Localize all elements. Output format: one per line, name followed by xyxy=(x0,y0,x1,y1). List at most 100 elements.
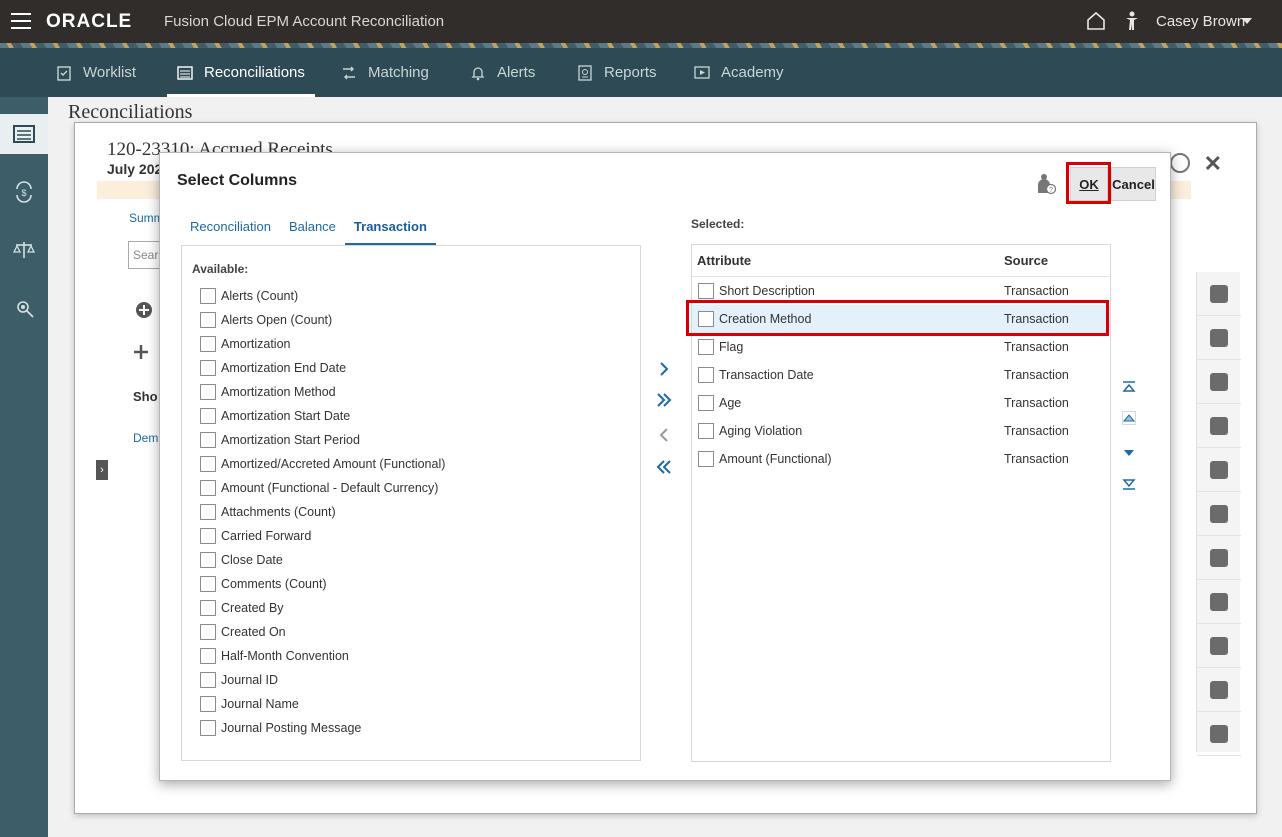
checkbox[interactable] xyxy=(698,367,714,383)
checkbox[interactable] xyxy=(698,283,714,299)
nav-tab-academy[interactable]: Academy xyxy=(694,48,784,97)
question-icon[interactable] xyxy=(1197,536,1241,580)
user-help-icon[interactable]: ? xyxy=(1036,173,1056,195)
list-item[interactable]: Amortization Method xyxy=(182,380,632,404)
checkbox[interactable] xyxy=(200,672,216,688)
list-item[interactable]: Amortization Start Date xyxy=(182,404,632,428)
plus-icon[interactable] xyxy=(133,344,149,360)
checkbox[interactable] xyxy=(200,552,216,568)
table-row[interactable]: Age Transaction xyxy=(692,389,1110,417)
checkbox[interactable] xyxy=(200,600,216,616)
add-circle-icon[interactable] xyxy=(135,301,153,319)
app-title: Fusion Cloud EPM Account Reconciliation xyxy=(164,13,445,30)
list-item[interactable]: Amortization Start Period xyxy=(182,428,632,452)
tab-reconciliation[interactable]: Reconciliation xyxy=(181,209,280,245)
nav-tab-reports[interactable]: Reports xyxy=(577,48,657,97)
checkbox[interactable] xyxy=(698,423,714,439)
checkbox[interactable] xyxy=(200,432,216,448)
checkbox[interactable] xyxy=(698,451,714,467)
checkbox[interactable] xyxy=(200,384,216,400)
nav-tab-label: Alerts xyxy=(497,64,536,81)
table-row[interactable]: Transaction Date Transaction xyxy=(692,361,1110,389)
rail-balance[interactable] xyxy=(0,230,48,270)
checkbox[interactable] xyxy=(200,408,216,424)
checkbox[interactable] xyxy=(200,336,216,352)
table-row-selected[interactable]: Creation Method Transaction xyxy=(692,305,1110,333)
user-settings-icon[interactable] xyxy=(1197,404,1241,448)
demo-link[interactable]: Dem xyxy=(133,431,158,445)
checkbox[interactable] xyxy=(698,311,714,327)
paperclip-icon[interactable] xyxy=(1197,580,1241,624)
checkbox[interactable] xyxy=(200,360,216,376)
list-item[interactable]: Amortization xyxy=(182,332,632,356)
bell-icon[interactable] xyxy=(1197,360,1241,404)
rail-transactions[interactable]: $ xyxy=(0,172,48,212)
table-row[interactable]: Aging Violation Transaction xyxy=(692,417,1110,445)
accessibility-icon[interactable] xyxy=(1124,11,1140,31)
table-row[interactable]: Amount (Functional) Transaction xyxy=(692,445,1110,473)
comment-icon[interactable] xyxy=(1197,624,1241,668)
checkbox[interactable] xyxy=(200,648,216,664)
checkbox[interactable] xyxy=(200,480,216,496)
list-item[interactable]: Alerts Open (Count) xyxy=(182,308,632,332)
list-item[interactable]: Created On xyxy=(182,620,632,644)
list-item[interactable]: Amortization End Date xyxy=(182,356,632,380)
history-icon[interactable] xyxy=(1197,668,1241,712)
close-icon[interactable]: ✕ xyxy=(1204,151,1222,177)
user-menu[interactable]: Casey Brown xyxy=(1156,13,1245,30)
list-item[interactable]: Journal Posting Message xyxy=(182,716,632,740)
move-all-right-icon[interactable] xyxy=(656,392,672,408)
hamburger-menu-icon[interactable] xyxy=(11,13,31,29)
list-item[interactable]: Comments (Count) xyxy=(182,572,632,596)
clock-icon[interactable] xyxy=(1197,712,1241,756)
checkbox[interactable] xyxy=(200,720,216,736)
checkbox[interactable] xyxy=(200,624,216,640)
circle-arrow-icon[interactable] xyxy=(1170,153,1190,173)
move-to-bottom-icon[interactable] xyxy=(1122,477,1136,491)
move-right-icon[interactable] xyxy=(656,361,672,377)
nav-tab-alerts[interactable]: Alerts xyxy=(470,48,535,97)
warning-icon[interactable] xyxy=(1197,448,1241,492)
list-item[interactable]: Created By xyxy=(182,596,632,620)
checkbox[interactable] xyxy=(698,339,714,355)
checkbox[interactable] xyxy=(200,312,216,328)
list-item[interactable]: Journal ID xyxy=(182,668,632,692)
home-icon[interactable] xyxy=(1086,11,1106,31)
rail-settings[interactable] xyxy=(0,288,48,328)
nav-tab-matching[interactable]: Matching xyxy=(341,48,429,97)
move-down-icon[interactable] xyxy=(1122,446,1136,460)
checkbox[interactable] xyxy=(200,696,216,712)
table-row[interactable]: Flag Transaction xyxy=(692,333,1110,361)
grid-settings-icon[interactable] xyxy=(1197,492,1241,536)
list-view-icon[interactable] xyxy=(1197,272,1241,316)
move-all-left-icon[interactable] xyxy=(656,459,672,475)
checkbox[interactable] xyxy=(698,395,714,411)
checkbox[interactable] xyxy=(200,504,216,520)
checkbox[interactable] xyxy=(200,528,216,544)
move-left-icon[interactable] xyxy=(656,427,672,443)
cancel-button[interactable]: Cancel xyxy=(1111,167,1156,201)
nav-tab-reconciliations[interactable]: Reconciliations xyxy=(167,48,315,97)
move-up-icon[interactable] xyxy=(1122,411,1136,425)
list-item[interactable]: Attachments (Count) xyxy=(182,500,632,524)
chevron-down-icon[interactable] xyxy=(1242,18,1252,24)
nav-tab-worklist[interactable]: Worklist xyxy=(56,48,136,97)
list-item[interactable]: Half-Month Convention xyxy=(182,644,632,668)
document-info-icon[interactable] xyxy=(1197,316,1241,360)
tab-balance[interactable]: Balance xyxy=(280,209,345,245)
list-item[interactable]: Carried Forward xyxy=(182,524,632,548)
move-to-top-icon[interactable] xyxy=(1122,380,1136,394)
checkbox[interactable] xyxy=(200,288,216,304)
list-item[interactable]: Amount (Functional - Default Currency) xyxy=(182,476,632,500)
checkbox[interactable] xyxy=(200,456,216,472)
list-item[interactable]: Close Date xyxy=(182,548,632,572)
rail-reconciliations[interactable] xyxy=(0,114,48,154)
checkbox[interactable] xyxy=(200,576,216,592)
list-item[interactable]: Journal Name xyxy=(182,692,632,716)
list-item[interactable]: Alerts (Count) xyxy=(182,284,632,308)
tab-transaction[interactable]: Transaction xyxy=(344,209,436,245)
list-item[interactable]: Amortized/Accreted Amount (Functional) xyxy=(182,452,632,476)
table-row[interactable]: Short Description Transaction xyxy=(692,277,1110,305)
ok-button[interactable]: OK xyxy=(1070,167,1108,201)
expand-panel-icon[interactable]: › xyxy=(96,460,108,480)
